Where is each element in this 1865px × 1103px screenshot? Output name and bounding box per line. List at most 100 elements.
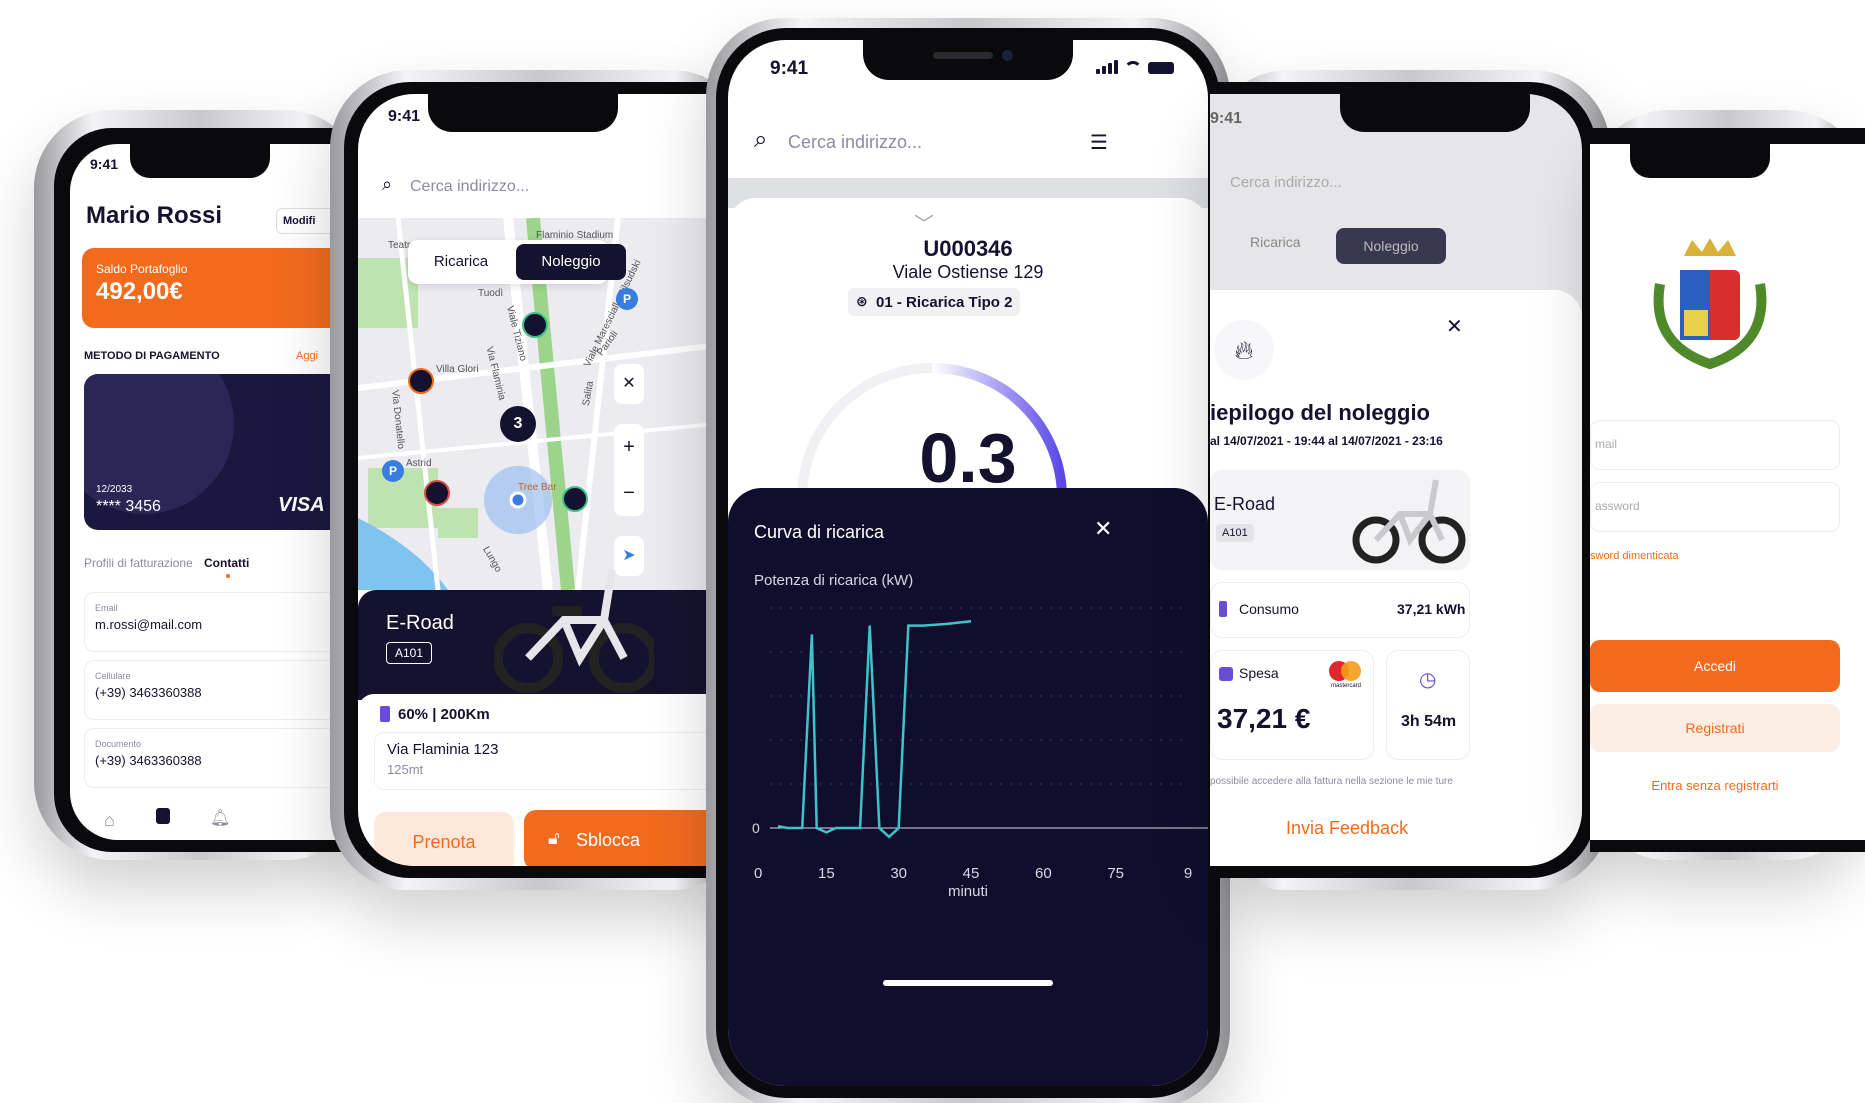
edit-button[interactable]: Modifi: [276, 208, 336, 234]
search-input[interactable]: Cerca indirizzo...: [1230, 174, 1342, 191]
phone-summary: 9:41 Cerca indirizzo... Ricarica Noleggi…: [1210, 70, 1610, 890]
x-tick-label: 15: [818, 865, 835, 882]
duration-card: ◷ 3h 54m: [1386, 650, 1470, 760]
email-field[interactable]: mail: [1590, 420, 1840, 470]
zoom-control[interactable]: + −: [614, 424, 644, 516]
card-expiry: 12/2033: [96, 484, 133, 495]
password-field[interactable]: assword: [1590, 482, 1840, 532]
search-input[interactable]: Cerca indirizzo...: [788, 132, 922, 153]
phone-charging: 9:41 ⌕ Cerca indirizzo... ☰ ﹀ U000346 Vi…: [706, 18, 1230, 1103]
station-id: U000346: [923, 236, 1013, 261]
connector-badge: ⊛ 01 - Ricarica Tipo 2: [848, 288, 1020, 316]
tab-noleggio[interactable]: Noleggio: [516, 244, 626, 280]
document-field[interactable]: Documento (+39) 3463360388: [84, 728, 344, 788]
email-value: m.rossi@mail.com: [95, 617, 203, 632]
chevron-down-icon[interactable]: ﹀: [914, 208, 934, 237]
email-label: Email: [95, 603, 118, 613]
add-payment-link[interactable]: Aggi: [296, 350, 318, 362]
station-panel: ﹀ U000346 Viale Ostiense 129 ⊛ 01 - Rica…: [728, 198, 1208, 514]
battery-range: 60% | 200Km: [398, 706, 490, 723]
x-tick-label: 75: [1107, 865, 1124, 882]
bike-card: E-Road A101: [1210, 470, 1470, 570]
profile-icon[interactable]: [156, 808, 170, 824]
close-icon[interactable]: ✕: [1094, 516, 1112, 542]
status-bar: 9:41: [728, 54, 1208, 82]
plug-icon: ⊛: [856, 293, 868, 309]
bike-marker[interactable]: [408, 368, 434, 394]
duration-value: 3h 54m: [1401, 713, 1457, 730]
bike-marker[interactable]: [424, 480, 450, 506]
wallet-label: Saldo Portafoglio: [96, 262, 188, 276]
spend-value: 37,21 €: [1217, 703, 1311, 734]
register-button[interactable]: Registrati: [1590, 704, 1840, 752]
bike-name: E-Road: [1214, 494, 1276, 514]
x-tick-label: 45: [963, 865, 980, 882]
home-icon[interactable]: ⌂: [104, 810, 115, 831]
consumption-label: Consumo: [1239, 601, 1299, 617]
spend-label: Spesa: [1239, 665, 1279, 681]
flame-icon: 🔥︎: [1214, 320, 1274, 380]
payment-method-label: METODO DI PAGAMENTO: [84, 350, 220, 362]
book-button[interactable]: Prenota: [374, 812, 514, 866]
phone-field[interactable]: Cellulare (+39) 3463360388: [84, 660, 344, 720]
bike-card[interactable]: E-Road A101: [358, 569, 750, 700]
bike-marker[interactable]: [562, 486, 588, 512]
map-label-villa-glori: Villa Glori: [436, 364, 479, 375]
credit-card[interactable]: 12/2033 **** 3456 VISA: [84, 374, 344, 530]
signal-icon: [1096, 60, 1118, 74]
login-button[interactable]: Accedi: [1590, 640, 1840, 692]
coat-of-arms-logo: [1653, 238, 1767, 370]
parking-icon: P: [616, 288, 638, 310]
invoice-note: possibile accedere alla fattura nella se…: [1210, 776, 1453, 787]
cluster-marker[interactable]: 3: [500, 406, 536, 442]
consumption-value: 37,21 kWh: [1397, 601, 1466, 617]
status-time: 9:41: [1210, 110, 1243, 127]
bike-marker[interactable]: [522, 312, 548, 338]
tab-ricarica[interactable]: Ricarica: [1250, 234, 1301, 250]
email-field[interactable]: Email m.rossi@mail.com: [84, 592, 344, 652]
close-icon[interactable]: ✕: [614, 364, 644, 404]
map-label-tuodi: Tuodì: [478, 288, 504, 299]
summary-sheet: 🔥︎ ✕ iepilogo del noleggio al 14/07/2021…: [1210, 290, 1582, 866]
mode-toggle[interactable]: Ricarica Noleggio: [408, 240, 626, 284]
tab-ricarica[interactable]: Ricarica: [408, 240, 514, 284]
tab-billing-profiles[interactable]: Profili di fatturazione: [84, 556, 193, 570]
card-number: **** 3456: [96, 498, 161, 515]
map-label-astrid: Astrid: [406, 458, 432, 469]
search-icon[interactable]: ⌕: [754, 126, 767, 154]
clock-icon: ◷: [1419, 669, 1437, 691]
document-value: (+39) 3463360388: [95, 753, 202, 768]
sheet-title: Curva di ricarica: [754, 522, 885, 542]
login-screen: mail assword sword dimenticata Accedi Re…: [1590, 144, 1865, 840]
battery-icon: [380, 706, 390, 722]
bell-icon[interactable]: 🔔︎: [210, 808, 230, 828]
map-label-tree-bar: Tree Bar: [518, 482, 557, 493]
search-input[interactable]: Cerca indirizzo...: [410, 178, 529, 196]
x-tick-label: 0: [754, 865, 762, 882]
charging-screen: 9:41 ⌕ Cerca indirizzo... ☰ ﹀ U000346 Vi…: [728, 40, 1208, 1086]
tab-contacts[interactable]: Contatti: [204, 556, 249, 570]
close-icon[interactable]: ✕: [1446, 314, 1463, 339]
lock-icon: 🔓︎: [548, 828, 560, 848]
guest-link[interactable]: Entra senza registrarti: [1590, 778, 1840, 793]
feedback-button[interactable]: Invia Feedback: [1286, 818, 1408, 839]
consumption-row: Consumo 37,21 kWh: [1210, 582, 1470, 638]
notch: [130, 144, 270, 178]
bike-code: A101: [386, 642, 433, 664]
filter-icon[interactable]: ☰: [1090, 130, 1108, 155]
series-line: [777, 619, 972, 839]
ebike-image: [1352, 479, 1466, 564]
forgot-password-link[interactable]: sword dimenticata: [1590, 550, 1679, 562]
spend-card: Spesa mastercard 37,21 €: [1210, 650, 1374, 760]
address-box[interactable]: Via Flaminia 123 125mt: [374, 732, 750, 790]
profile-name: Mario Rossi: [86, 202, 223, 229]
connector-label: 01 - Ricarica Tipo 2: [876, 294, 1013, 311]
wallet-card[interactable]: Saldo Portafoglio 492,00€: [82, 248, 342, 328]
notch: [1630, 144, 1770, 178]
tab-noleggio[interactable]: Noleggio: [1336, 228, 1446, 264]
search-icon[interactable]: ⌕: [382, 174, 392, 195]
phone-label: Cellulare: [95, 671, 131, 681]
wifi-icon: [1124, 61, 1142, 74]
charge-curve-chart: 0 0 15 30 45 60 75 9: [752, 607, 1208, 882]
home-indicator: [883, 980, 1053, 986]
